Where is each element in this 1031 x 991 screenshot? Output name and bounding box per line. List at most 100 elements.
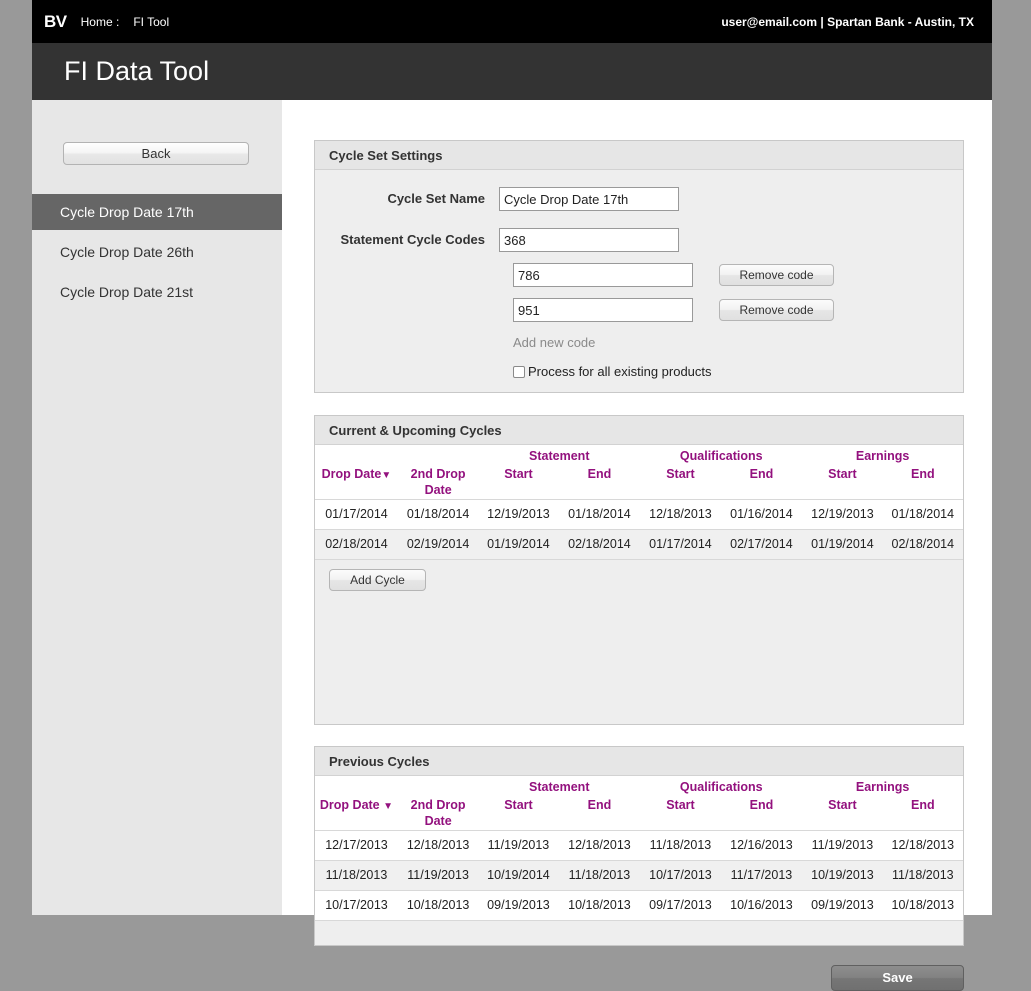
cell-drop-date: 12/17/2013 (315, 829, 398, 860)
cell-2nd-drop-date: 02/19/2014 (397, 528, 479, 559)
table-row[interactable]: 11/18/2013 11/19/2013 10/19/2014 11/18/2… (315, 859, 963, 890)
cell-qualifications-start: 12/18/2013 (640, 498, 721, 529)
sidebar-item-cycle-drop-date-26th[interactable]: Cycle Drop Date 26th (32, 234, 282, 270)
add-cycle-button[interactable]: Add Cycle (329, 569, 426, 591)
account-info[interactable]: user@email.com | Spartan Bank - Austin, … (721, 15, 978, 29)
previous-cycles-head: Statement Qualifications Earnings Drop D… (315, 776, 963, 830)
process-all-products-row: Process for all existing products (513, 364, 963, 379)
save-button-container: Save (314, 965, 964, 991)
cell-2nd-drop-date: 01/18/2014 (397, 498, 479, 529)
cycle-code-input-2[interactable] (513, 263, 693, 287)
cell-qualifications-start: 11/18/2013 (640, 829, 721, 860)
current-cycles-table-wrap: Statement Qualifications Earnings Drop D… (315, 445, 963, 559)
page-title-band: FI Data Tool (32, 43, 992, 100)
cycle-set-name-input[interactable] (499, 187, 679, 211)
col-2nd-drop-date[interactable]: 2nd Drop Date (398, 464, 478, 499)
cell-qualifications-start: 01/17/2014 (640, 528, 721, 559)
cycle-code-input-1[interactable] (499, 228, 679, 252)
cycle-set-name-label: Cycle Set Name (387, 191, 485, 206)
col-drop-date[interactable]: Drop Date▼ (315, 464, 398, 499)
process-all-products-checkbox[interactable] (513, 365, 525, 378)
col-drop-date[interactable]: Drop Date ▼ (315, 795, 398, 830)
group-blank-1 (315, 776, 398, 795)
page-title: FI Data Tool (64, 56, 210, 86)
previous-cycles-table: Statement Qualifications Earnings Drop D… (315, 776, 963, 920)
col-statement-start[interactable]: Start (478, 795, 558, 830)
group-qualifications: Qualifications (679, 449, 763, 463)
cell-earnings-end: 12/18/2013 (882, 829, 963, 860)
cell-statement-end: 02/18/2014 (558, 528, 641, 559)
previous-cycles-group-header-row: Statement Qualifications Earnings (315, 776, 963, 795)
cell-drop-date: 11/18/2013 (315, 859, 398, 890)
cell-statement-end: 10/18/2013 (558, 889, 641, 920)
col-drop-date-label: Drop Date (321, 467, 382, 481)
cell-earnings-start: 10/19/2013 (802, 859, 883, 890)
process-all-products-label: Process for all existing products (528, 364, 712, 379)
table-row[interactable]: 02/18/2014 02/19/2014 01/19/2014 02/18/2… (315, 528, 963, 559)
col-2nd-drop-date[interactable]: 2nd Drop Date (398, 795, 478, 830)
group-earnings: Earnings (855, 449, 910, 463)
breadcrumb: Home : FI Tool (81, 15, 170, 29)
remove-code-button-2[interactable]: Remove code (719, 264, 834, 286)
table-row[interactable]: 01/17/2014 01/18/2014 12/19/2013 01/18/2… (315, 498, 963, 529)
table-row[interactable]: 10/17/2013 10/18/2013 09/19/2013 10/18/2… (315, 889, 963, 920)
previous-cycles-table-wrap: Statement Qualifications Earnings Drop D… (315, 776, 963, 920)
cell-earnings-end: 11/18/2013 (882, 859, 963, 890)
cell-qualifications-end: 12/16/2013 (720, 829, 803, 860)
col-statement-end[interactable]: End (559, 795, 641, 830)
col-qualifications-start[interactable]: Start (640, 464, 720, 499)
col-qualifications-end[interactable]: End (721, 795, 803, 830)
main-content: Cycle Set Settings Cycle Set Name Statem… (282, 100, 992, 991)
col-statement-end[interactable]: End (559, 464, 641, 499)
global-header: BV Home : FI Tool user@email.com | Spart… (32, 0, 992, 43)
cell-drop-date: 10/17/2013 (315, 889, 398, 920)
col-qualifications-start[interactable]: Start (640, 795, 720, 830)
cell-qualifications-end: 01/16/2014 (720, 498, 803, 529)
cell-statement-end: 11/18/2013 (558, 859, 641, 890)
previous-cycles-column-header-row: Drop Date ▼ 2nd Drop Date Start End Star… (315, 795, 963, 830)
cycle-set-settings-title: Cycle Set Settings (315, 141, 963, 170)
statement-cycle-codes-label: Statement Cycle Codes (340, 232, 486, 247)
cell-earnings-start: 11/19/2013 (802, 829, 883, 860)
sidebar-list: Cycle Drop Date 17th Cycle Drop Date 26t… (32, 194, 282, 310)
cell-statement-start: 09/19/2013 (478, 889, 559, 920)
col-earnings-start[interactable]: Start (802, 464, 882, 499)
cell-2nd-drop-date: 10/18/2013 (397, 889, 479, 920)
col-statement-start[interactable]: Start (478, 464, 558, 499)
back-button[interactable]: Back (63, 142, 249, 165)
add-new-code-link[interactable]: Add new code (513, 335, 595, 350)
statement-cycle-codes-row: Statement Cycle Codes (315, 211, 963, 252)
table-row[interactable]: 12/17/2013 12/18/2013 11/19/2013 12/18/2… (315, 829, 963, 860)
cycle-set-settings-body: Cycle Set Name Statement Cycle Codes Rem… (315, 170, 963, 379)
cycle-code-input-3[interactable] (513, 298, 693, 322)
current-cycles-group-header-row: Statement Qualifications Earnings (315, 445, 963, 464)
save-button[interactable]: Save (831, 965, 964, 991)
cell-qualifications-start: 10/17/2013 (640, 859, 721, 890)
current-upcoming-cycles-title: Current & Upcoming Cycles (315, 416, 963, 445)
current-cycles-footer: Add Cycle (315, 559, 963, 603)
remove-code-button-3[interactable]: Remove code (719, 299, 834, 321)
breadcrumb-current[interactable]: FI Tool (133, 15, 169, 29)
breadcrumb-home[interactable]: Home : (81, 15, 120, 29)
current-cycles-head: Statement Qualifications Earnings Drop D… (315, 445, 963, 499)
col-earnings-start[interactable]: Start (802, 795, 882, 830)
cell-2nd-drop-date: 12/18/2013 (397, 829, 479, 860)
col-earnings-end[interactable]: End (883, 795, 963, 830)
cell-statement-start: 01/19/2014 (478, 528, 559, 559)
col-earnings-end[interactable]: End (883, 464, 963, 499)
cell-qualifications-end: 02/17/2014 (720, 528, 803, 559)
cell-drop-date: 02/18/2014 (315, 528, 398, 559)
previous-cycles-panel: Previous Cycles Statement Qualifications… (314, 746, 964, 946)
col-drop-date-label: Drop Date (319, 798, 380, 812)
previous-cycles-body: 12/17/2013 12/18/2013 11/19/2013 12/18/2… (315, 829, 963, 920)
sidebar-item-cycle-drop-date-17th[interactable]: Cycle Drop Date 17th (32, 194, 282, 230)
sidebar: Back Cycle Drop Date 17th Cycle Drop Dat… (32, 100, 282, 915)
cell-statement-end: 01/18/2014 (558, 498, 641, 529)
cell-earnings-end: 02/18/2014 (882, 528, 963, 559)
group-blank-1 (315, 445, 398, 464)
cell-qualifications-start: 09/17/2013 (640, 889, 721, 920)
sidebar-item-cycle-drop-date-21st[interactable]: Cycle Drop Date 21st (32, 274, 282, 310)
current-cycles-table: Statement Qualifications Earnings Drop D… (315, 445, 963, 559)
sort-desc-icon: ▼ (381, 470, 392, 481)
col-qualifications-end[interactable]: End (721, 464, 803, 499)
